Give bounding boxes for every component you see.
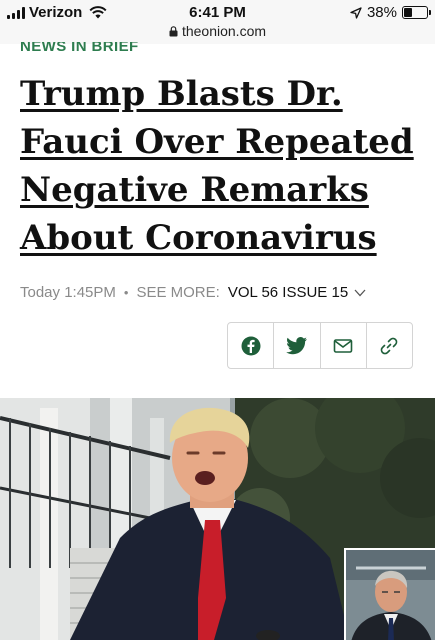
article-timestamp: Today 1:45PM (20, 284, 116, 301)
address-bar[interactable]: theonion.com (0, 23, 435, 39)
article-headline: Trump Blasts Dr. Fauci Over Repeated Neg… (20, 74, 414, 258)
chevron-down-icon (354, 289, 366, 297)
article-meta: Today 1:45PM • SEE MORE: VOL 56 ISSUE 15 (20, 284, 366, 301)
see-more-label: SEE MORE: (136, 284, 220, 301)
inset-photo (344, 548, 435, 640)
battery-percent: 38% (366, 4, 397, 21)
link-icon (381, 337, 398, 354)
share-bar (227, 322, 413, 369)
lock-icon (169, 26, 178, 37)
issue-link[interactable]: VOL 56 ISSUE 15 (228, 284, 367, 301)
status-bar: Verizon 6:41 PM theonion.com 38% (0, 0, 435, 44)
facebook-icon (241, 336, 261, 355)
meta-separator: • (123, 285, 129, 300)
share-link-button[interactable] (367, 323, 412, 368)
address-url: theonion.com (181, 23, 267, 39)
battery-fill (404, 8, 412, 17)
location-arrow-icon (350, 6, 362, 19)
battery-icon (402, 6, 431, 19)
twitter-icon (286, 336, 307, 354)
issue-label: VOL 56 ISSUE 15 (227, 284, 349, 301)
share-facebook-button[interactable] (228, 323, 275, 368)
inset-photo-illustration (346, 550, 435, 640)
share-email-button[interactable] (321, 323, 367, 368)
share-twitter-button[interactable] (274, 323, 321, 368)
status-right: 38% (350, 4, 431, 21)
email-icon (333, 338, 353, 353)
